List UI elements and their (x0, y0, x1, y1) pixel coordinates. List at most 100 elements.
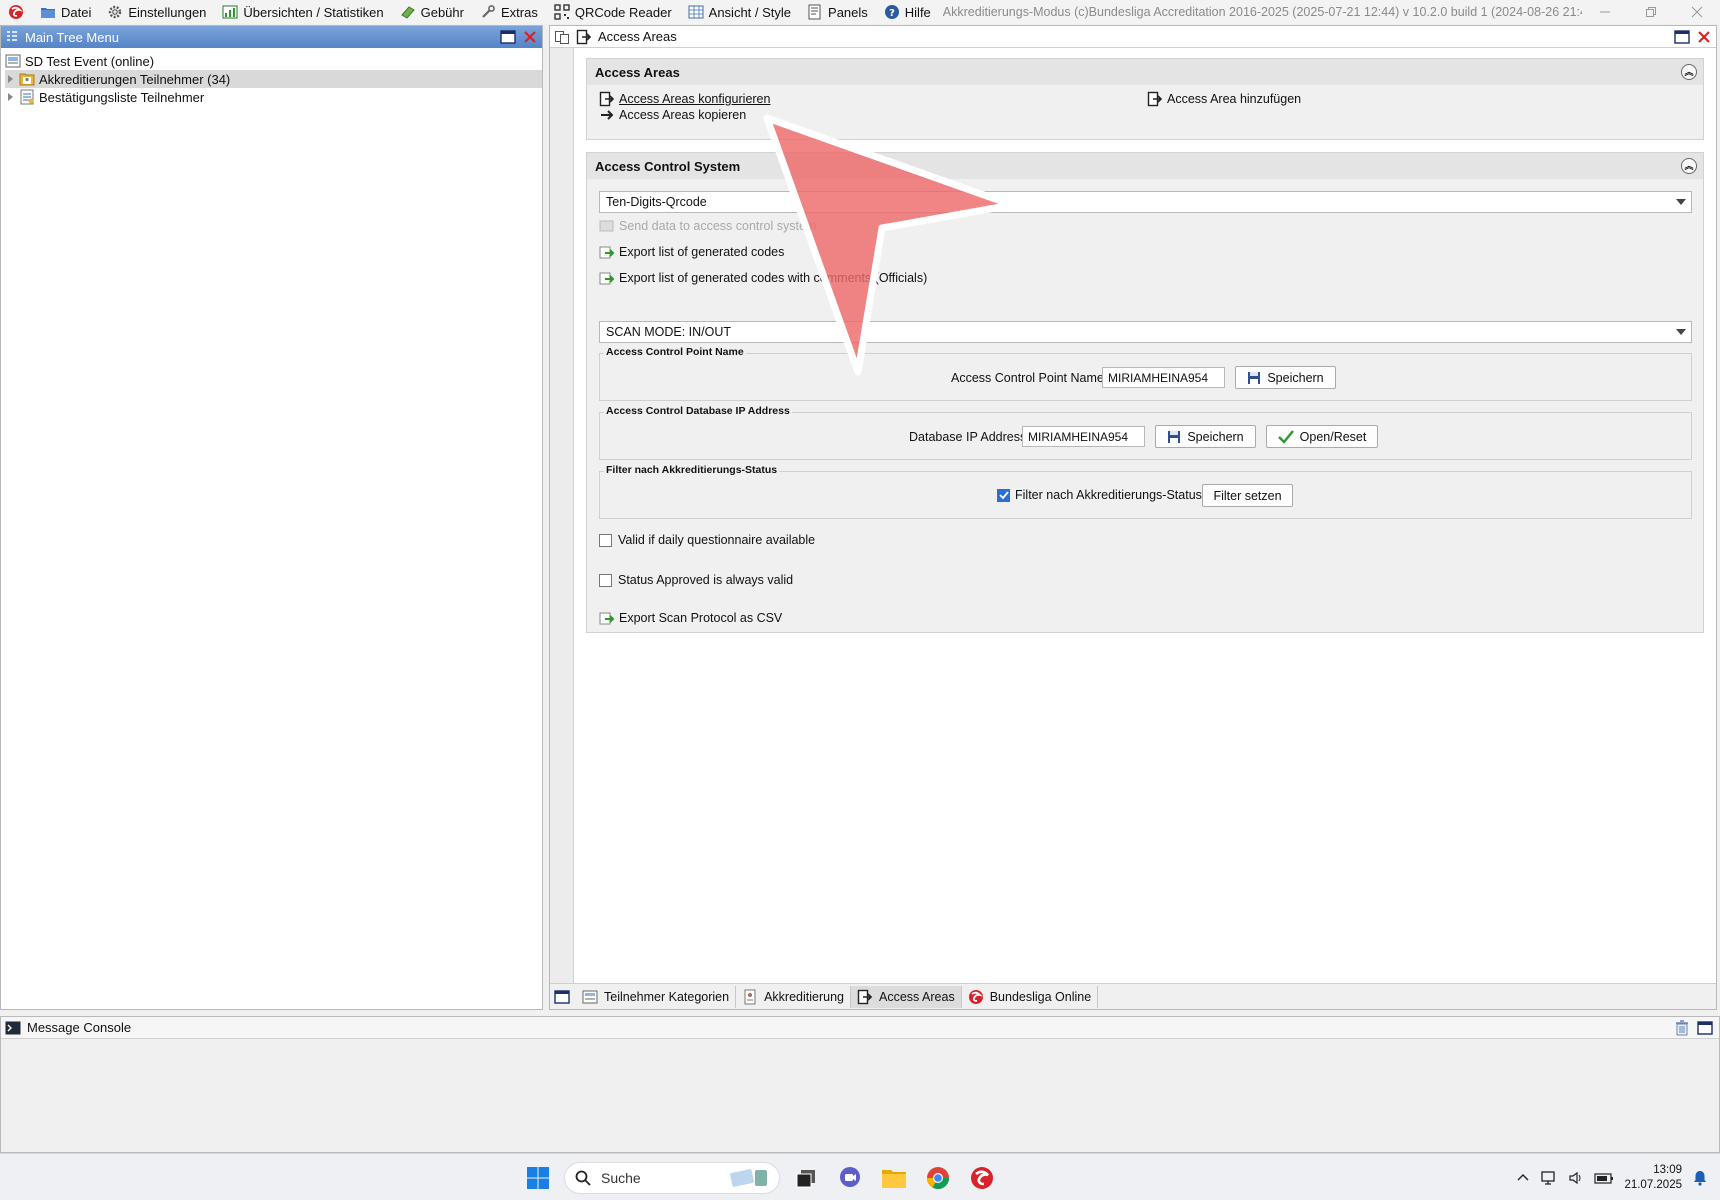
status-approved-box[interactable] (599, 573, 612, 587)
menu-gebuehr[interactable]: Gebühr (392, 0, 472, 24)
menu-einstellungen-label: Einstellungen (128, 4, 207, 20)
save-database-ip-button[interactable]: Speichern (1155, 425, 1256, 448)
access-area-icon (599, 91, 615, 107)
close-window-button[interactable] (1674, 0, 1720, 24)
tree-view: SD Test Event (online) Akkreditierungen … (1, 48, 542, 106)
tree-item-label: SD Test Event (online) (25, 53, 155, 69)
database-ip-label: Database IP Address (909, 430, 1027, 444)
close-panel-icon[interactable] (1698, 30, 1710, 43)
window-title: Akkreditierungs-Modus (c)Bundesliga Accr… (942, 5, 1582, 19)
minimize-button[interactable] (1582, 0, 1628, 24)
windows-taskbar: Suche 13:09 21.07.2025 (0, 1153, 1720, 1200)
tab-label: Teilnehmer Kategorien (604, 989, 730, 1004)
notification-bell-icon[interactable] (1692, 1170, 1708, 1186)
menu-ansicht-style-label: Ansicht / Style (708, 4, 792, 20)
menu-datei-label: Datei (61, 4, 92, 20)
clock-date: 21.07.2025 (1624, 1178, 1682, 1191)
tree-item-akkreditierungen[interactable]: Akkreditierungen Teilnehmer (34) (5, 70, 542, 88)
task-view-button[interactable] (793, 1165, 819, 1191)
maximize-icon[interactable] (1674, 29, 1690, 44)
menu-qrcode-reader[interactable]: QRCode Reader (546, 0, 680, 24)
tree-item-event[interactable]: SD Test Event (online) (5, 52, 542, 70)
menu-uebersichten[interactable]: Übersichten / Statistiken (214, 0, 391, 24)
tab-bundesliga-online[interactable]: Bundesliga Online (962, 985, 1099, 1008)
collapse-button[interactable]: ︽ (1681, 64, 1697, 80)
message-console-header: Message Console (1, 1017, 1719, 1039)
access-point-label: Access Control Point Name (951, 371, 1104, 385)
folder-people-icon (19, 73, 35, 86)
menu-uebersichten-label: Übersichten / Statistiken (243, 4, 384, 20)
taskbar-search[interactable]: Suche (564, 1162, 780, 1194)
send-data-link[interactable]: Send data to access control system (599, 218, 816, 234)
sync-icon[interactable] (554, 29, 570, 45)
panels-icon (808, 4, 821, 20)
menu-hilfe[interactable]: ? Hilfe (876, 0, 939, 24)
menu-extras[interactable]: Extras (472, 0, 546, 24)
battery-icon[interactable] (1594, 1171, 1614, 1185)
scan-mode-select[interactable]: SCAN MODE: IN/OUT (599, 321, 1692, 343)
panel-window-icon[interactable] (554, 989, 570, 1004)
valid-questionnaire-checkbox[interactable]: Valid if daily questionnaire available (599, 533, 815, 547)
save-access-point-button[interactable]: Speichern (1235, 366, 1336, 389)
copy-access-areas-link[interactable]: Access Areas kopieren (599, 107, 746, 123)
chevron-up-icon[interactable] (1516, 1171, 1530, 1185)
tab-akkreditierung[interactable]: Akkreditierung (736, 985, 851, 1008)
minimize-icon (1600, 11, 1610, 13)
search-highlight-icon (730, 1169, 767, 1187)
chart-icon (222, 5, 238, 19)
close-panel-icon[interactable] (524, 31, 536, 43)
access-point-input[interactable]: MIRIAMHEINA954 (1102, 367, 1225, 388)
list-icon (20, 89, 34, 105)
close-icon (1691, 6, 1703, 18)
tree-item-bestaetigungsliste[interactable]: Bestätigungsliste Teilnehmer (5, 88, 542, 106)
filter-setzen-button[interactable]: Filter setzen (1202, 484, 1293, 507)
restore-icon (1646, 7, 1656, 17)
trash-icon[interactable] (1675, 1019, 1689, 1036)
send-data-icon (599, 220, 614, 232)
help-icon: ? (884, 5, 899, 19)
network-icon[interactable] (1540, 1170, 1558, 1186)
expand-arrow-icon[interactable] (5, 74, 15, 84)
menu-hilfe-label: Hilfe (904, 4, 931, 20)
system-clock[interactable]: 13:09 21.07.2025 (1624, 1163, 1682, 1193)
tab-access-areas[interactable]: Access Areas (850, 985, 962, 1008)
access-area-icon (1147, 91, 1163, 107)
status-approved-label: Status Approved is always valid (618, 573, 794, 587)
tab-teilnehmer-kategorien[interactable]: Teilnehmer Kategorien (576, 985, 737, 1008)
add-access-area-link[interactable]: Access Area hinzufügen (1147, 91, 1301, 107)
start-button[interactable] (525, 1165, 551, 1191)
clock-time: 13:09 (1653, 1163, 1682, 1176)
valid-questionnaire-box[interactable] (599, 533, 612, 547)
filter-checkbox-box[interactable] (997, 488, 1010, 502)
menu-datei[interactable]: Datei (32, 0, 99, 24)
configure-access-areas-link[interactable]: Access Areas konfigurieren (599, 91, 770, 107)
menu-panels[interactable]: Panels (799, 0, 876, 24)
access-system-select[interactable]: Ten-Digits-Qrcode (599, 191, 1692, 213)
bundesliga-logo-icon (971, 1167, 993, 1189)
access-area-icon (576, 29, 592, 44)
chrome-button[interactable] (925, 1165, 951, 1191)
restore-button[interactable] (1628, 0, 1674, 24)
app-logo-icon (9, 5, 23, 19)
export-codes-comments-link[interactable]: Export list of generated codes with comm… (599, 270, 927, 286)
status-approved-checkbox[interactable]: Status Approved is always valid (599, 573, 793, 587)
scan-mode-value: SCAN MODE: IN/OUT (606, 325, 732, 339)
expand-arrow-icon[interactable] (5, 92, 15, 102)
access-area-icon (857, 989, 873, 1004)
maximize-icon[interactable] (500, 30, 516, 44)
menu-ansicht-style[interactable]: Ansicht / Style (680, 0, 799, 24)
collapse-button[interactable]: ︽ (1681, 158, 1697, 174)
teams-chat-button[interactable] (837, 1165, 863, 1191)
file-explorer-button[interactable] (881, 1165, 907, 1191)
open-reset-button[interactable]: Open/Reset (1266, 425, 1378, 448)
database-ip-input[interactable]: MIRIAMHEINA954 (1022, 426, 1145, 447)
export-codes-link[interactable]: Export list of generated codes (599, 244, 784, 260)
bundesliga-app-button[interactable] (969, 1165, 995, 1191)
volume-icon[interactable] (1568, 1170, 1584, 1186)
dropdown-arrow-icon (1676, 199, 1686, 205)
maximize-icon[interactable] (1697, 1020, 1713, 1035)
menu-einstellungen[interactable]: Einstellungen (99, 0, 214, 24)
filter-status-checkbox[interactable]: Filter nach Akkreditierungs-Status (997, 488, 1202, 502)
export-scan-protocol-link[interactable]: Export Scan Protocol as CSV (599, 610, 782, 626)
search-icon (575, 1170, 591, 1186)
